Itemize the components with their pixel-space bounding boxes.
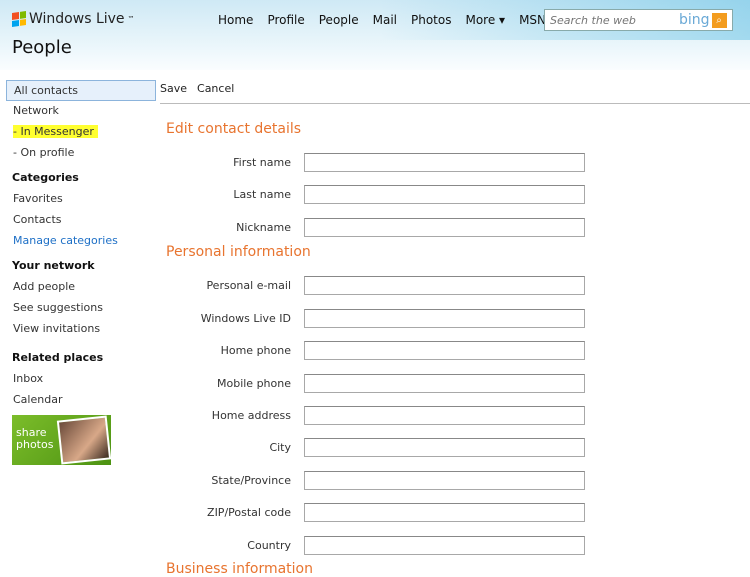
- form-row-last-name: Last name: [160, 185, 590, 205]
- section-edit-contact-details: Edit contact details: [166, 121, 302, 137]
- field-label: Mobile phone: [216, 377, 291, 390]
- nickname-field[interactable]: [304, 218, 585, 237]
- form-row-personal-e-mail: Personal e-mail: [160, 276, 590, 296]
- country-field[interactable]: [304, 536, 585, 555]
- field-label: Home phone: [220, 344, 291, 357]
- categories-heading: Categories: [12, 171, 79, 184]
- home-phone-field[interactable]: [304, 341, 585, 360]
- save-button[interactable]: Save: [160, 82, 187, 95]
- nav-people[interactable]: People: [319, 13, 359, 27]
- form-row-home-phone: Home phone: [160, 341, 590, 361]
- share-photos-promo[interactable]: share photos: [12, 415, 112, 465]
- sidebar: All contacts Network - In Messenger - On…: [6, 80, 156, 465]
- field-label: Personal e-mail: [206, 279, 291, 292]
- nav-home[interactable]: Home: [218, 13, 253, 27]
- mobile-phone-field[interactable]: [304, 374, 585, 393]
- form-row-state-province: State/Province: [160, 471, 590, 491]
- nav-more[interactable]: More ▾: [465, 13, 505, 27]
- search-icon[interactable]: ⌕: [711, 12, 727, 28]
- state-province-field[interactable]: [304, 471, 585, 490]
- sidebar-item-add-people[interactable]: Add people: [6, 277, 156, 298]
- bing-logo: bing: [679, 12, 710, 28]
- nav-profile[interactable]: Profile: [267, 13, 304, 27]
- windows-flag-icon: [12, 11, 26, 27]
- sidebar-item-in-messenger[interactable]: - In Messenger: [6, 122, 156, 143]
- your-network-heading: Your network: [12, 259, 95, 272]
- form-row-windows-live-id: Windows Live ID: [160, 309, 590, 329]
- search-input[interactable]: [550, 13, 675, 27]
- form-row-zip-postal-code: ZIP/Postal code: [160, 503, 590, 523]
- form-row-first-name: First name: [160, 153, 590, 173]
- first-name-field[interactable]: [304, 153, 585, 172]
- field-label: Nickname: [236, 221, 291, 234]
- last-name-field[interactable]: [304, 185, 585, 204]
- form-row-mobile-phone: Mobile phone: [160, 374, 590, 394]
- page-title: People: [12, 37, 72, 58]
- sidebar-item-inbox[interactable]: Inbox: [6, 369, 156, 390]
- top-nav: Home Profile People Mail Photos More ▾ M…: [218, 13, 556, 27]
- home-address-field[interactable]: [304, 406, 585, 425]
- related-places-heading: Related places: [12, 351, 104, 364]
- sidebar-item-favorites[interactable]: Favorites: [6, 189, 156, 210]
- field-label: State/Province: [211, 474, 291, 487]
- field-label: Last name: [233, 188, 291, 201]
- manage-categories-link[interactable]: Manage categories: [6, 231, 156, 252]
- personal-e-mail-field[interactable]: [304, 276, 585, 295]
- form-row-home-address: Home address: [160, 406, 590, 426]
- sidebar-item-calendar[interactable]: Calendar: [6, 390, 156, 411]
- windows-live-logo[interactable]: Windows Live ™: [12, 11, 135, 27]
- form-row-country: Country: [160, 536, 590, 556]
- field-label: City: [269, 441, 291, 454]
- search-box: bing ⌕: [544, 9, 733, 31]
- nav-mail[interactable]: Mail: [373, 13, 397, 27]
- people-photo: [56, 415, 112, 465]
- sidebar-item-contacts[interactable]: Contacts: [6, 210, 156, 231]
- field-label: Windows Live ID: [200, 312, 291, 325]
- section-personal-information: Personal information: [166, 244, 311, 260]
- city-field[interactable]: [304, 438, 585, 457]
- toolbar: Save Cancel: [160, 82, 234, 95]
- field-label: ZIP/Postal code: [207, 506, 291, 519]
- windows-live-id-field[interactable]: [304, 309, 585, 328]
- sidebar-item-see-suggestions[interactable]: See suggestions: [6, 298, 156, 319]
- field-label: Country: [247, 539, 291, 552]
- sidebar-item-all-contacts[interactable]: All contacts: [6, 80, 156, 101]
- zip-postal-code-field[interactable]: [304, 503, 585, 522]
- sidebar-item-view-invitations[interactable]: View invitations: [6, 319, 156, 340]
- cancel-button[interactable]: Cancel: [197, 82, 234, 95]
- sidebar-item-network[interactable]: Network: [6, 101, 156, 122]
- form-row-city: City: [160, 438, 590, 458]
- section-business-information: Business information: [166, 561, 313, 577]
- nav-photos[interactable]: Photos: [411, 13, 451, 27]
- field-label: Home address: [211, 409, 291, 422]
- field-label: First name: [233, 156, 291, 169]
- divider: [160, 103, 750, 104]
- sidebar-item-on-profile[interactable]: - On profile: [6, 143, 156, 164]
- form-row-nickname: Nickname: [160, 218, 590, 238]
